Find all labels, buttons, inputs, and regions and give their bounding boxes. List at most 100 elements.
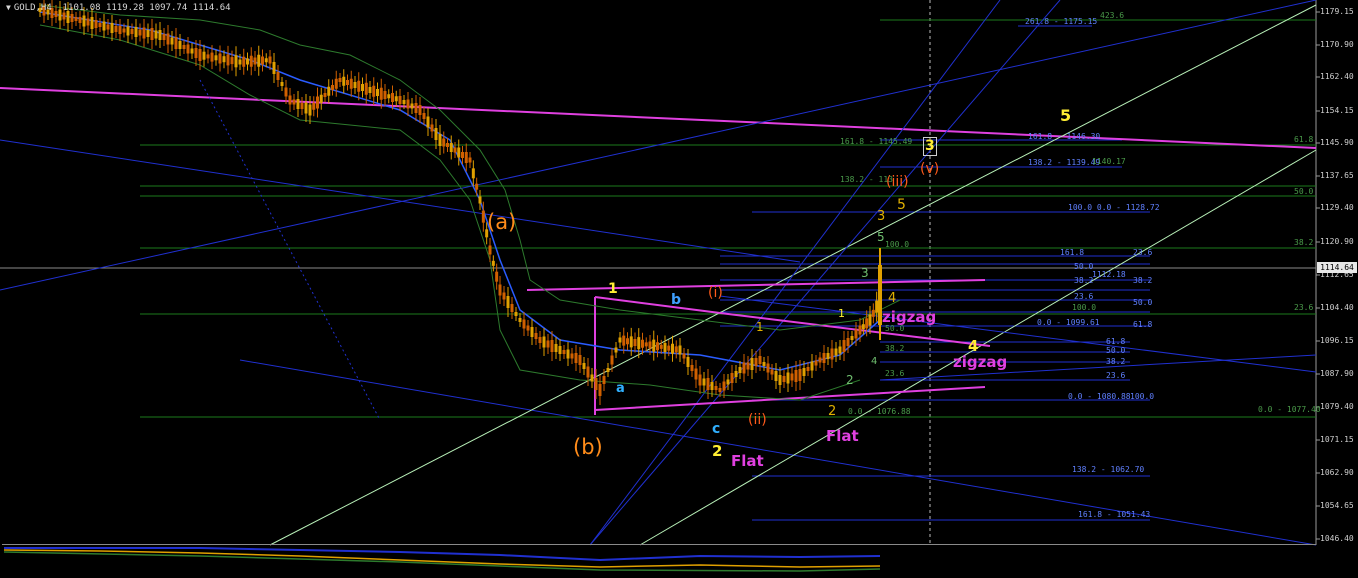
candle-body: [457, 147, 461, 158]
candle-body: [546, 340, 550, 348]
candle-body: [74, 17, 78, 21]
bollinger-band: [39, 24, 861, 401]
candle-body: [349, 78, 353, 89]
candle-body: [327, 86, 331, 96]
magenta-wave-channel: [594, 386, 986, 411]
candle-body: [746, 362, 750, 370]
candle-body: [430, 124, 434, 132]
candle-body: [858, 325, 862, 335]
price-tick-label: 1079.40: [1320, 402, 1354, 411]
wave-label-b-paren: (b): [573, 435, 603, 459]
candle-body: [818, 357, 822, 363]
price-tick-label: 1154.15: [1320, 106, 1354, 115]
candle-body: [570, 353, 574, 359]
candle-body: [574, 353, 578, 363]
candle-body: [502, 292, 506, 300]
candle-body: [114, 26, 118, 32]
candle-body: [226, 54, 230, 66]
fib-label: 38.2: [1294, 238, 1314, 247]
candle-body: [652, 339, 656, 352]
candle-body: [671, 343, 674, 354]
candle-body: [422, 113, 426, 119]
candle-body: [138, 29, 142, 36]
chart-window[interactable]: ▼ GOLD,H4 1101.08 1119.28 1097.74 1114.64…: [0, 0, 1358, 578]
candle-body: [488, 245, 492, 255]
candle-body: [170, 37, 174, 45]
dropdown-triangle-icon[interactable]: ▼: [6, 3, 11, 12]
candle-body: [426, 116, 430, 128]
fib-label: 50.0: [1074, 262, 1094, 271]
candle-body: [790, 373, 794, 381]
candle-body: [198, 49, 202, 61]
fib-label: 0.0 - 1077.40: [1258, 405, 1321, 414]
fib-label: 50.0: [1133, 298, 1153, 307]
wave-label-3-yellow: 3: [877, 209, 886, 224]
candle-body: [850, 336, 854, 340]
fib-label: 23.6: [1133, 248, 1153, 257]
candle-body: [106, 24, 110, 30]
candle-body: [830, 348, 834, 360]
fib-label: 100.0: [1072, 303, 1097, 312]
candle-body: [641, 339, 644, 348]
candle-body: [718, 388, 722, 392]
candle-body: [762, 362, 766, 366]
candle-body: [261, 56, 264, 65]
wave-label-a-small: a: [616, 381, 625, 396]
candle-body: [730, 373, 734, 383]
candle-body: [406, 99, 410, 109]
candle-body: [682, 353, 686, 359]
candle-body: [590, 374, 594, 382]
candle-body: [387, 94, 391, 99]
candle-body: [530, 327, 534, 337]
wave-label-5-green: 5: [877, 230, 885, 244]
candle-body: [102, 21, 106, 31]
candle-body: [292, 99, 296, 105]
candle-body: [514, 312, 518, 316]
candle-body: [622, 335, 626, 346]
fib-label: 38.2: [1106, 357, 1126, 366]
candle-body: [78, 17, 82, 23]
candle-body: [130, 29, 134, 34]
fib-label: 50.0: [885, 324, 905, 333]
candle-body: [865, 318, 869, 329]
price-chart[interactable]: [0, 0, 1358, 578]
price-tick-label: 1120.90: [1320, 237, 1354, 246]
candle-body: [778, 375, 782, 385]
candle-body: [629, 336, 633, 348]
candle-body: [875, 300, 879, 313]
price-tick-label: 1046.40: [1320, 534, 1354, 543]
candle-body: [218, 53, 222, 64]
indicator-subwindow[interactable]: [2, 544, 1316, 577]
candle-body: [62, 12, 66, 20]
fib-label: 261.8 - 1175.15: [1025, 17, 1098, 26]
candle-body: [678, 345, 682, 355]
candle-body: [495, 271, 499, 282]
ohlc-values: 1101.08 1119.28 1097.74 1114.64: [62, 3, 231, 13]
candle-body: [868, 314, 872, 326]
candle-body: [162, 34, 166, 40]
candle-body: [70, 14, 74, 22]
candle-body: [268, 56, 272, 64]
candle-body: [594, 378, 598, 390]
wave-label-v-roman: (v): [920, 161, 940, 177]
candle-body: [538, 337, 542, 343]
candle-body: [644, 342, 648, 347]
candle-body: [656, 342, 659, 351]
candle-body: [202, 51, 206, 60]
candle-body: [758, 356, 762, 364]
candle-body: [834, 348, 838, 356]
wave-label-flat-left: Flat: [731, 452, 764, 470]
candle-body: [854, 329, 858, 339]
candle-body: [810, 361, 814, 371]
candle-body: [802, 368, 806, 376]
candle-body: [518, 318, 522, 322]
fib-label: 138.2 - 1062.70: [1072, 465, 1145, 474]
candle-body: [826, 353, 830, 359]
candle-body: [158, 30, 162, 40]
blue-trendline: [879, 354, 1317, 381]
candle-body: [402, 100, 406, 104]
candle-body: [246, 58, 249, 65]
fib-label: 423.6: [1100, 11, 1125, 20]
candle-body: [637, 337, 641, 350]
candle-body: [280, 82, 284, 86]
